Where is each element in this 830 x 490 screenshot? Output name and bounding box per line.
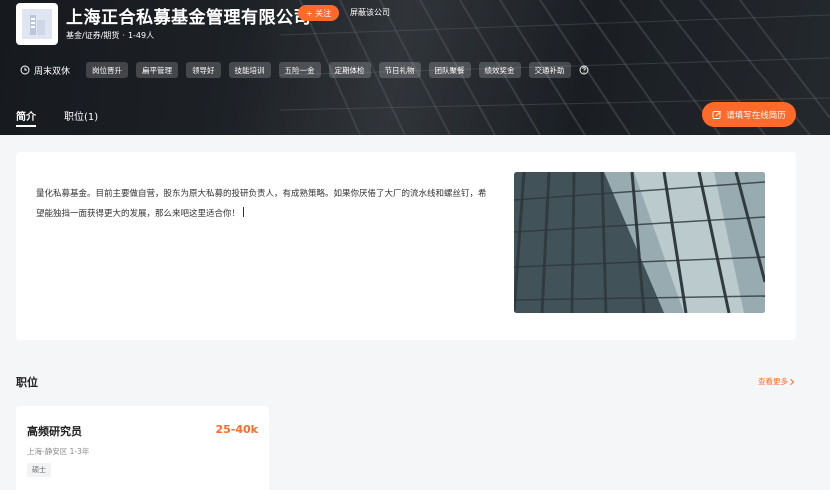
clock-icon xyxy=(20,65,30,75)
welfare-tag: 绩效奖金 xyxy=(478,62,521,78)
welfare-tag: 领导好 xyxy=(186,62,221,78)
text-cursor xyxy=(243,207,245,217)
meta-separator: · xyxy=(122,31,125,40)
intro-text: 量化私募基金。目前主要做自营，股东为原大私募的投研负责人，有成熟策略。如果你厌倦… xyxy=(36,184,491,224)
job-salary: 25-40k xyxy=(215,423,259,436)
fill-resume-button[interactable]: 请填写在线简历 xyxy=(702,102,796,127)
welfare-row: 周末双休 岗位晋升 扁平管理 领导好 技能培训 五险一金 定期体检 节日礼物 团… xyxy=(20,62,589,78)
company-tabs: 简介 职位(1) xyxy=(16,108,126,127)
edit-icon xyxy=(712,110,722,119)
job-location-experience: 上海-静安区 1-3年 xyxy=(27,447,90,456)
welfare-tag: 团队聚餐 xyxy=(428,62,471,78)
work-schedule-label: 周末双休 xyxy=(34,66,71,77)
block-company-link[interactable]: 屏蔽该公司 xyxy=(350,7,390,18)
job-degree-tag: 硕士 xyxy=(27,463,51,477)
job-title: 高频研究员 xyxy=(27,425,82,438)
view-more-label: 查看更多 xyxy=(758,377,788,386)
fill-resume-label: 请填写在线简历 xyxy=(726,110,786,121)
work-schedule: 周末双休 xyxy=(20,64,70,77)
office-photo xyxy=(514,172,765,313)
intro-card: 量化私募基金。目前主要做自营，股东为原大私募的投研负责人，有成熟策略。如果你厌倦… xyxy=(16,152,796,340)
welfare-tag: 定期体检 xyxy=(328,62,371,78)
welfare-tag: 岗位晋升 xyxy=(86,62,129,78)
welfare-tag: 节日礼物 xyxy=(378,62,421,78)
company-logo xyxy=(16,3,58,45)
view-more-link[interactable]: 查看更多 xyxy=(758,376,796,387)
help-icon[interactable] xyxy=(579,65,589,75)
company-name: 上海正合私募基金管理有限公司 xyxy=(66,8,311,28)
follow-button[interactable]: + 关注 xyxy=(298,5,339,21)
tab-jobs[interactable]: 职位(1) xyxy=(64,108,98,123)
welfare-tag: 扁平管理 xyxy=(136,62,179,78)
tab-intro[interactable]: 简介 xyxy=(16,108,36,127)
job-card[interactable]: 高频研究员 25-40k 上海-静安区 1-3年 硕士 xyxy=(16,406,269,490)
company-meta: 基金/证券/期货 · 1-49人 xyxy=(66,30,154,41)
welfare-tag: 五险一金 xyxy=(278,62,321,78)
chevron-right-icon xyxy=(790,378,795,385)
company-banner: 上海正合私募基金管理有限公司 + 关注 屏蔽该公司 基金/证券/期货 · 1-49人… xyxy=(0,0,830,135)
jobs-section-title: 职位 xyxy=(16,376,38,389)
welfare-tag: 技能培训 xyxy=(228,62,271,78)
intro-description: 量化私募基金。目前主要做自营，股东为原大私募的投研负责人，有成熟策略。如果你厌倦… xyxy=(36,189,487,219)
company-size: 1-49人 xyxy=(127,31,155,40)
company-industry: 基金/证券/期货 xyxy=(66,31,120,40)
welfare-tag: 交通补助 xyxy=(528,62,571,78)
